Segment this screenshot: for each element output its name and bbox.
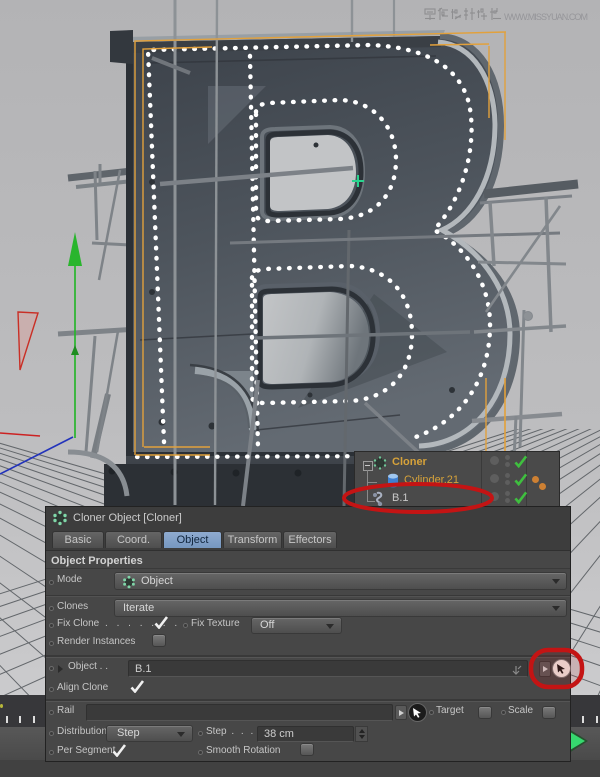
svg-text:WWW.MISSYUAN.COM: WWW.MISSYUAN.COM <box>504 12 588 22</box>
